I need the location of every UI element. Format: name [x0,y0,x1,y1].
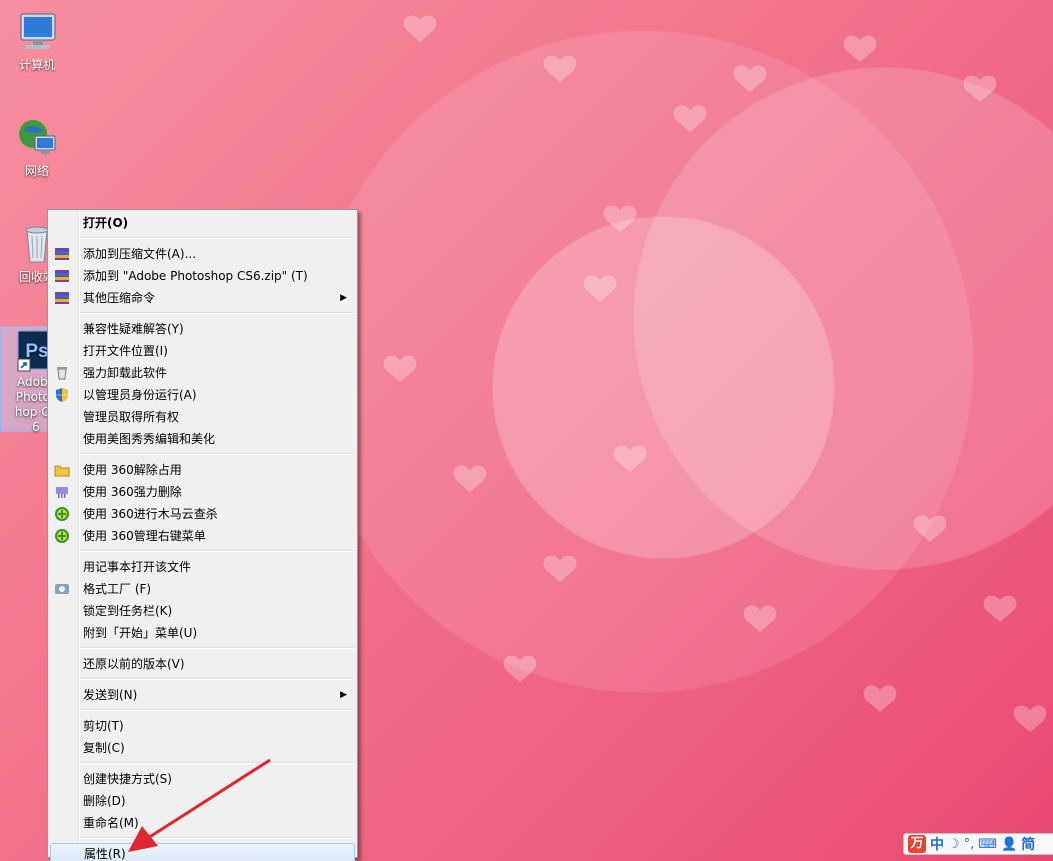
menu-label: 使用美图秀秀编辑和美化 [83,432,216,446]
menu-separator [80,550,355,552]
menu-separator [80,762,355,764]
menu-item-force-uninstall[interactable]: 强力卸载此软件 [50,362,355,384]
format-factory-icon [54,581,70,597]
desktop-icon-label: 计算机 [18,58,55,72]
menu-item-add-to-zip[interactable]: 添加到 "Adobe Photoshop CS6.zip" (T) [50,265,355,287]
menu-separator [80,837,355,839]
menu-item-360-manage-menu[interactable]: 使用 360管理右键菜单 [50,525,355,547]
360-logo-icon [54,506,70,522]
menu-label: 发送到(N) [83,688,138,702]
menu-label: 格式工厂 (F) [83,582,152,596]
menu-label: 重命名(M) [83,816,139,830]
menu-label: 打开(O) [83,216,129,230]
menu-item-properties[interactable]: 属性(R) [50,843,355,861]
menu-separator [80,312,355,314]
menu-item-run-as-admin[interactable]: 以管理员身份运行(A) [50,384,355,406]
keyboard-icon[interactable]: ⌨ [978,837,997,852]
trash-icon [54,365,70,381]
desktop-icon-computer[interactable]: 计算机 [2,8,72,73]
menu-label: 添加到压缩文件(A)... [83,247,197,261]
folder-unlock-icon [54,462,70,478]
menu-label: 使用 360管理右键菜单 [83,529,206,543]
menu-label: 剪切(T) [83,719,124,733]
menu-label: 打开文件位置(I) [83,344,168,358]
winrar-icon [54,246,70,262]
user-icon[interactable]: 👤 [1001,837,1017,852]
menu-item-pin-to-taskbar[interactable]: 锁定到任务栏(K) [50,600,355,622]
uac-shield-icon [54,387,70,403]
menu-item-send-to[interactable]: 发送到(N) ▶ [50,684,355,706]
menu-item-rename[interactable]: 重命名(M) [50,812,355,834]
ime-toolbar: 万 中 ☽ °, ⌨ 👤 简 [903,833,1053,855]
winrar-icon [54,268,70,284]
menu-item-copy[interactable]: 复制(C) [50,737,355,759]
menu-item-360-unlock[interactable]: 使用 360解除占用 [50,459,355,481]
menu-label: 删除(D) [83,794,126,808]
menu-item-meitu-edit[interactable]: 使用美图秀秀编辑和美化 [50,428,355,450]
network-icon [13,114,61,162]
menu-item-restore-versions[interactable]: 还原以前的版本(V) [50,653,355,675]
submenu-arrow-icon: ▶ [340,293,347,303]
menu-separator [80,709,355,711]
menu-item-create-shortcut[interactable]: 创建快捷方式(S) [50,768,355,790]
punctuation-icon[interactable]: °, [964,837,975,852]
winrar-icon [54,290,70,306]
menu-item-360-force-delete[interactable]: 使用 360强力删除 [50,481,355,503]
menu-label: 兼容性疑难解答(Y) [83,322,184,336]
submenu-arrow-icon: ▶ [340,690,347,700]
menu-label: 还原以前的版本(V) [83,657,185,671]
menu-item-format-factory[interactable]: 格式工厂 (F) [50,578,355,600]
menu-label: 其他压缩命令 [83,291,156,305]
menu-separator [80,647,355,649]
menu-item-take-ownership[interactable]: 管理员取得所有权 [50,406,355,428]
moon-icon[interactable]: ☽ [948,837,960,852]
menu-item-cut[interactable]: 剪切(T) [50,715,355,737]
context-menu: 打开(O) 添加到压缩文件(A)... 添加到 "Adobe Photoshop… [47,209,358,861]
menu-separator [80,237,355,239]
menu-label: 创建快捷方式(S) [83,772,172,786]
menu-label: 管理员取得所有权 [83,410,180,424]
menu-label: 属性(R) [84,847,126,861]
menu-item-add-to-archive[interactable]: 添加到压缩文件(A)... [50,243,355,265]
desktop-icon-network[interactable]: 网络 [2,114,72,179]
menu-item-open-file-location[interactable]: 打开文件位置(I) [50,340,355,362]
menu-item-pin-to-start[interactable]: 附到「开始」菜单(U) [50,622,355,644]
menu-item-360-trojan-scan[interactable]: 使用 360进行木马云查杀 [50,503,355,525]
menu-separator [80,678,355,680]
menu-label: 使用 360解除占用 [83,463,182,477]
menu-label: 使用 360强力删除 [83,485,182,499]
menu-item-other-compress[interactable]: 其他压缩命令 ▶ [50,287,355,309]
ime-language-toggle[interactable]: 中 [930,834,944,854]
computer-icon [13,8,61,56]
menu-item-open[interactable]: 打开(O) [50,212,355,234]
menu-label: 强力卸载此软件 [83,366,168,380]
ime-logo-icon[interactable]: 万 [908,835,926,853]
menu-item-delete[interactable]: 删除(D) [50,790,355,812]
menu-label: 锁定到任务栏(K) [83,604,173,618]
menu-label: 以管理员身份运行(A) [83,388,197,402]
menu-separator [80,453,355,455]
360-logo-icon [54,528,70,544]
simplified-chinese-toggle[interactable]: 简 [1021,834,1035,854]
menu-label: 使用 360进行木马云查杀 [83,507,218,521]
menu-item-troubleshoot-compatibility[interactable]: 兼容性疑难解答(Y) [50,318,355,340]
menu-label: 复制(C) [83,741,125,755]
shredder-icon [54,484,70,500]
menu-label: 添加到 "Adobe Photoshop CS6.zip" (T) [83,269,308,283]
desktop-icon-label: 网络 [24,164,49,178]
menu-item-open-with-notepad[interactable]: 用记事本打开该文件 [50,556,355,578]
menu-label: 用记事本打开该文件 [83,560,192,574]
menu-label: 附到「开始」菜单(U) [83,626,198,640]
